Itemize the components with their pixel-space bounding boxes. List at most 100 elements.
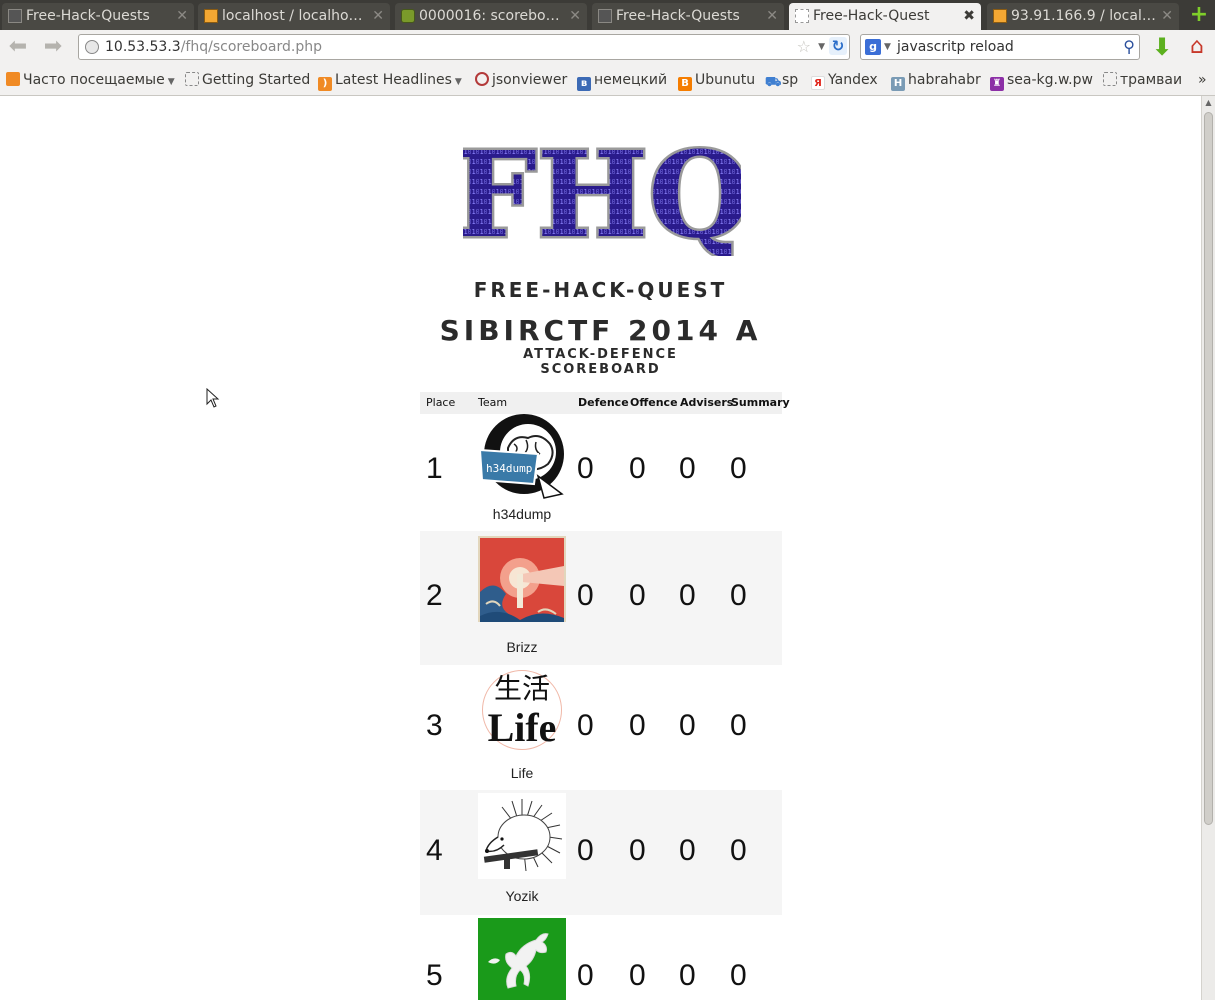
defence-cell: 0 bbox=[577, 579, 594, 612]
bookmark-tramvai[interactable]: трамваи bbox=[1103, 64, 1182, 96]
phpmyadmin-icon bbox=[993, 9, 1007, 23]
bookmark-yandex[interactable]: Я Yandex bbox=[811, 64, 878, 96]
home-icon: ⌂ bbox=[1190, 34, 1204, 59]
event-title: SibirCTF 2014 A bbox=[439, 314, 762, 347]
advisers-cell: 0 bbox=[679, 834, 696, 867]
google-icon[interactable]: g bbox=[865, 39, 881, 55]
team-name[interactable]: Life bbox=[468, 765, 576, 781]
arrow-right-icon: ➡ bbox=[43, 34, 63, 59]
scroll-up-arrow-icon[interactable]: ▲ bbox=[1202, 98, 1215, 107]
summary-cell: 0 bbox=[730, 959, 747, 992]
bookmark-label: Getting Started bbox=[202, 72, 311, 88]
place-cell: 2 bbox=[426, 579, 443, 612]
team-avatar-brizz bbox=[478, 536, 566, 622]
table-row: 2 Brizz 0 0 0 0 bbox=[420, 531, 782, 665]
bookmark-latest-headlines[interactable]: ) Latest Headlines ▼ bbox=[318, 64, 462, 98]
forward-button[interactable]: ➡ bbox=[40, 34, 66, 60]
bookmark-getting-started[interactable]: Getting Started bbox=[185, 64, 310, 96]
tab-free-hack-quest-active[interactable]: Free-Hack-Quest ✖ bbox=[789, 3, 981, 31]
bookmark-sp[interactable]: ⛟sp bbox=[765, 64, 798, 96]
tab-scoreboard-bug[interactable]: 0000016: scoreboar… ✕ bbox=[395, 3, 587, 30]
blogger-icon: B bbox=[678, 77, 692, 91]
horse-logo-icon bbox=[478, 918, 566, 1000]
lighthouse-logo-icon bbox=[478, 536, 566, 622]
search-icon[interactable]: ⚲ bbox=[1123, 35, 1135, 59]
bookmark-label: Yandex bbox=[828, 72, 878, 88]
summary-cell: 0 bbox=[730, 452, 747, 485]
bookmark-label: немецкий bbox=[594, 72, 668, 88]
bookmark-jsonviewer[interactable]: jsonviewer bbox=[475, 64, 567, 96]
close-icon[interactable]: ✕ bbox=[176, 3, 188, 30]
vertical-scrollbar[interactable]: ▲ bbox=[1201, 96, 1215, 1000]
tab-title: Free-Hack-Quest bbox=[813, 8, 930, 24]
offence-cell: 0 bbox=[629, 959, 646, 992]
tab-free-hack-quests-2[interactable]: Free-Hack-Quests ✕ bbox=[592, 3, 784, 30]
bookmark-nemetsky[interactable]: в немецкий bbox=[577, 64, 667, 96]
reload-icon[interactable]: ↻ bbox=[829, 37, 847, 55]
offence-cell: 0 bbox=[629, 452, 646, 485]
place-cell: 5 bbox=[426, 959, 443, 992]
team-avatar-h34dump: h34dump bbox=[478, 414, 566, 500]
close-icon[interactable]: ✕ bbox=[372, 3, 384, 30]
downloads-button[interactable]: ⬇ bbox=[1150, 34, 1174, 60]
rss-icon: ) bbox=[318, 77, 332, 91]
tab-93-91-166-9[interactable]: 93.91.166.9 / localh… ✕ bbox=[987, 3, 1179, 30]
column-header-place: Place bbox=[426, 396, 456, 409]
defence-cell: 0 bbox=[577, 834, 594, 867]
history-dropdown-icon[interactable]: ▼ bbox=[818, 35, 825, 59]
team-name[interactable]: h34dump bbox=[468, 506, 576, 522]
chevron-down-icon[interactable]: ▼ bbox=[884, 35, 891, 59]
castle-icon: ♜ bbox=[990, 77, 1004, 91]
address-text[interactable]: 10.53.53.3/fhq/scoreboard.php bbox=[105, 35, 322, 59]
cart-icon: ⛟ bbox=[765, 75, 782, 90]
advisers-cell: 0 bbox=[679, 709, 696, 742]
chevron-down-icon: ▼ bbox=[167, 77, 175, 87]
tab-localhost[interactable]: localhost / localhos… ✕ bbox=[198, 3, 390, 30]
defence-cell: 0 bbox=[577, 709, 594, 742]
fhq-logo: 1 0 FHQ bbox=[463, 136, 741, 256]
arrow-left-icon: ⬅ bbox=[8, 34, 28, 59]
team-avatar-horse bbox=[478, 918, 566, 1000]
plus-icon: + bbox=[1189, 2, 1209, 27]
address-bar[interactable]: 10.53.53.3/fhq/scoreboard.php ☆ ▼ ↻ bbox=[78, 34, 850, 60]
globe-icon bbox=[85, 40, 99, 54]
search-input[interactable]: javascritp reload bbox=[897, 35, 1014, 59]
page-viewport: 1 0 FHQ Free-Hack-Quest SibirCTF 2014 A … bbox=[0, 96, 1201, 1000]
close-icon[interactable]: ✕ bbox=[569, 3, 581, 30]
bookmark-star-icon[interactable]: ☆ bbox=[797, 35, 811, 59]
close-icon[interactable]: ✕ bbox=[1161, 3, 1173, 30]
tab-free-hack-quests-1[interactable]: Free-Hack-Quests ✕ bbox=[2, 3, 194, 30]
home-button[interactable]: ⌂ bbox=[1184, 34, 1210, 60]
bookmark-label: sp bbox=[782, 72, 799, 88]
bookmark-habrahabr[interactable]: Hhabrahabr bbox=[891, 64, 981, 96]
blank-page-icon bbox=[795, 9, 809, 23]
bookmarks-overflow-button[interactable]: » bbox=[1198, 64, 1207, 96]
summary-cell: 0 bbox=[730, 834, 747, 867]
scrollbar-thumb[interactable] bbox=[1204, 112, 1213, 825]
mouse-cursor-icon bbox=[206, 388, 220, 408]
logo-text: FHQ bbox=[463, 136, 741, 256]
jsonviewer-icon bbox=[475, 72, 489, 86]
table-header: Place Team Defence Offence Advisers Summ… bbox=[420, 392, 790, 414]
close-icon[interactable]: ✖ bbox=[963, 3, 975, 30]
bookmark-label: Часто посещаемые bbox=[23, 72, 165, 88]
back-button[interactable]: ⬅ bbox=[5, 34, 31, 60]
bookmark-ubunutu[interactable]: B Ubunutu bbox=[678, 64, 755, 96]
bookmark-frequent[interactable]: Часто посещаемые ▼ bbox=[6, 64, 175, 98]
url-host: 10.53.53.3 bbox=[105, 39, 181, 55]
place-cell: 4 bbox=[426, 834, 443, 867]
event-subtitle-line-1: Attack-Defence bbox=[523, 347, 678, 362]
close-icon[interactable]: ✕ bbox=[766, 3, 778, 30]
place-cell: 1 bbox=[426, 452, 443, 485]
phpmyadmin-icon bbox=[204, 9, 218, 23]
team-name[interactable]: Brizz bbox=[468, 639, 576, 655]
yandex-icon: Я bbox=[811, 76, 825, 90]
bookmark-label: jsonviewer bbox=[492, 72, 568, 88]
navigation-toolbar: ⬅ ➡ 10.53.53.3/fhq/scoreboard.php ☆ ▼ ↻ … bbox=[0, 30, 1215, 64]
new-tab-button[interactable]: + bbox=[1186, 4, 1212, 28]
bookmarks-toolbar: Часто посещаемые ▼ Getting Started ) Lates… bbox=[0, 64, 1215, 96]
bookmark-sea-kg[interactable]: ♜ sea-kg.w.pw bbox=[990, 64, 1093, 96]
advisers-cell: 0 bbox=[679, 452, 696, 485]
team-name[interactable]: Yozik bbox=[468, 888, 576, 904]
search-bar[interactable]: g ▼ javascritp reload ⚲ bbox=[860, 34, 1140, 60]
